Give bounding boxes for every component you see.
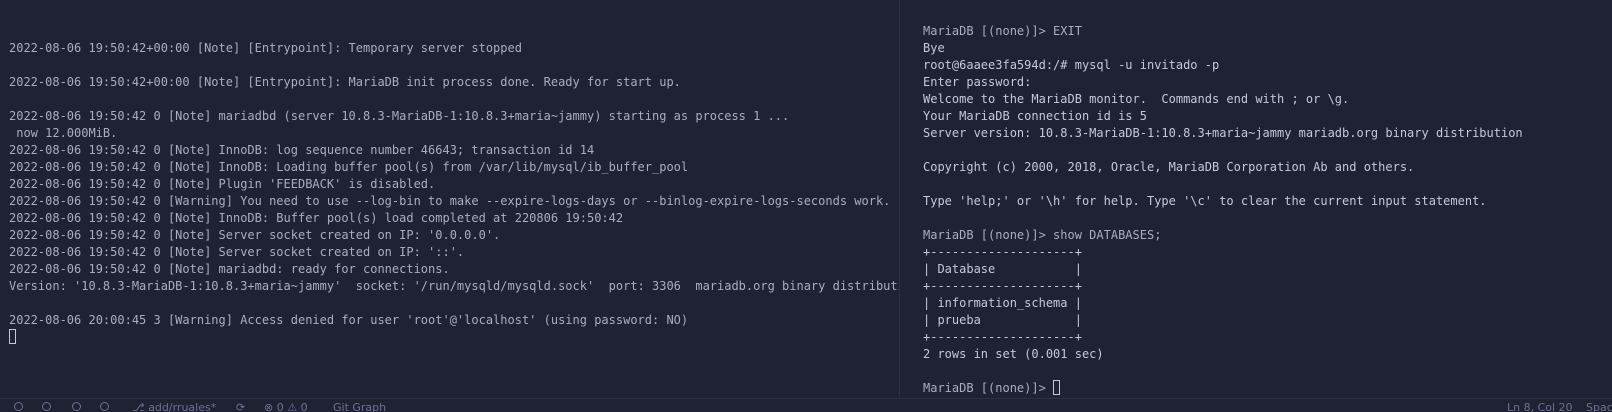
terminal-window: 2022-08-06 19:50:42+00:00 [Note] [Entryp… — [0, 0, 1612, 412]
sql-line: Type 'help;' or '\h' for help. Type '\c'… — [923, 194, 1487, 208]
cursor-line — [9, 329, 899, 346]
sql-line — [923, 363, 1612, 380]
log-line: 2022-08-06 19:50:42 0 [Note] mariadbd: r… — [9, 262, 450, 276]
log-line: Version: '10.8.3-MariaDB-1:10.8.3+maria~… — [9, 279, 899, 293]
mariadb-prompt: MariaDB [(none)]> — [923, 381, 1054, 395]
sql-line: | prueba | — [923, 313, 1082, 327]
cursor-position[interactable]: Ln 8, Col 20 — [1507, 402, 1573, 412]
sql-line: Welcome to the MariaDB monitor. Commands… — [923, 92, 1350, 106]
sql-line: +--------------------+ — [923, 245, 1082, 259]
log-line: 2022-08-06 19:50:42 0 [Note] Server sock… — [9, 228, 501, 242]
terminal-cursor — [1053, 380, 1061, 395]
log-line: 2022-08-06 19:50:42 0 [Note] mariadbd (s… — [9, 109, 790, 123]
branch-indicator[interactable]: ⎇ add/rruales* — [132, 402, 216, 412]
sql-line: Enter password: — [923, 75, 1032, 89]
sql-line — [923, 210, 1612, 227]
sql-line: 2 rows in set (0.001 sec) — [923, 347, 1104, 361]
log-line: 2022-08-06 19:50:42 0 [Note] Server sock… — [9, 245, 465, 259]
log-line: 2022-08-06 20:00:45 3 [Warning] Access d… — [9, 313, 689, 327]
sql-line — [923, 176, 1612, 193]
sync-icon[interactable]: ⟳ — [236, 402, 245, 412]
log-line: 2022-08-06 19:50:42 0 [Note] InnoDB: Buf… — [9, 211, 624, 225]
log-line: now 12.000MiB. — [9, 126, 118, 140]
sql-line: +--------------------+ — [923, 279, 1082, 293]
log-line: 2022-08-06 19:50:42 0 [Note] InnoDB: log… — [9, 143, 595, 157]
sql-line: Your MariaDB connection id is 5 — [923, 109, 1147, 123]
sql-line: root@6aaee3fa594d:/# mysql -u invitado -… — [923, 58, 1220, 72]
terminal-pane-right[interactable]: MariaDB [(none)]> EXIT Bye root@6aaee3fa59… — [900, 0, 1612, 397]
extensions-icon[interactable] — [100, 402, 109, 412]
sql-line — [923, 142, 1612, 159]
sql-line: Copyright (c) 2000, 2018, Oracle, MariaD… — [923, 160, 1415, 174]
git-graph-button[interactable]: Git Graph — [333, 402, 386, 412]
status-bar: ⎇ add/rruales* ⟳ ⊗ 0 ⚠ 0 Git Graph Ln 8,… — [0, 398, 1612, 412]
terminal-pane-left[interactable]: 2022-08-06 19:50:42+00:00 [Note] [Entryp… — [0, 0, 899, 397]
indentation-indicator[interactable]: Spac — [1586, 402, 1612, 412]
log-line: 2022-08-06 19:50:42 0 [Note] InnoDB: Loa… — [9, 160, 689, 174]
log-line: 2022-08-06 19:50:42 0 [Note] Plugin 'FEE… — [9, 177, 436, 191]
branch-name: add/rruales* — [148, 401, 217, 412]
prompt-line[interactable]: MariaDB [(none)]> — [923, 380, 1612, 397]
sql-line: MariaDB [(none)]> EXIT — [923, 24, 1082, 38]
log-line: 2022-08-06 19:50:42+00:00 [Note] [Entryp… — [9, 41, 522, 55]
problems-count: 0 ⚠ 0 — [276, 401, 308, 412]
log-line: 2022-08-06 19:50:42+00:00 [Note] [Entryp… — [9, 75, 681, 89]
sql-line: | information_schema | — [923, 296, 1082, 310]
sql-line: MariaDB [(none)]> show DATABASES; — [923, 228, 1162, 242]
sql-line: | Database | — [923, 262, 1082, 276]
source-control-icon[interactable] — [42, 402, 51, 412]
sql-line: Bye — [923, 41, 945, 55]
branch-icon: ⎇ — [132, 401, 149, 412]
run-icon[interactable] — [72, 402, 81, 412]
error-icon: ⊗ — [264, 401, 277, 412]
remote-icon[interactable] — [14, 402, 23, 412]
problems-indicator[interactable]: ⊗ 0 ⚠ 0 — [264, 402, 308, 412]
sql-line: Server version: 10.8.3-MariaDB-1:10.8.3+… — [923, 126, 1523, 140]
log-line: 2022-08-06 19:50:42 0 [Warning] You need… — [9, 194, 891, 208]
terminal-cursor — [9, 329, 16, 344]
sql-line: +--------------------+ — [923, 330, 1082, 344]
